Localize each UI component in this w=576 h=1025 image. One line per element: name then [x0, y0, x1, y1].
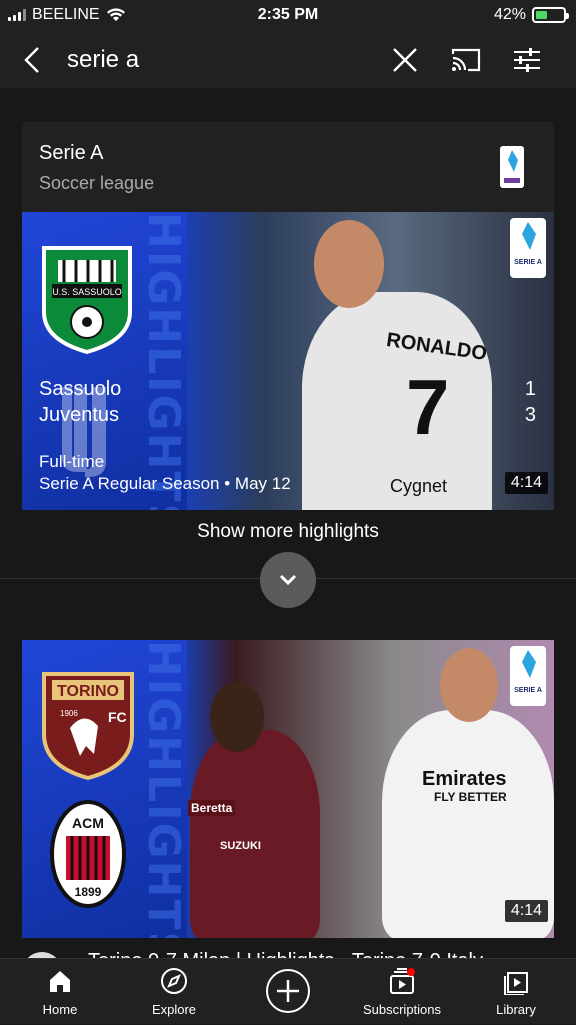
match-highlight-thumbnail-2[interactable]: HIGHLIGHTS TORINO 1906 FC ACM 1899 Beret… — [22, 640, 554, 938]
create-button[interactable] — [266, 969, 310, 1013]
search-query-text[interactable]: serie a — [67, 46, 139, 74]
torino-sponsor-2: SUZUKI — [220, 840, 261, 852]
nav-explore[interactable]: Explore — [124, 959, 224, 1025]
player-torino-head — [210, 682, 264, 752]
nav-library[interactable]: Library — [466, 959, 566, 1025]
milan-crest-icon: ACM 1899 — [50, 800, 126, 908]
nav-home[interactable]: Home — [10, 959, 110, 1025]
jersey-sponsor: Cygnet — [390, 476, 448, 496]
torino-crest-text: TORINO — [57, 683, 119, 700]
team-home-score: 1 — [524, 378, 536, 400]
nav-library-label: Library — [496, 1002, 536, 1017]
torino-crest-icon: TORINO 1906 FC — [42, 672, 134, 781]
match-highlight-thumbnail-1[interactable]: HIGHLIGHTS U.S. SASSUOLO RONALDO 7 Cygne… — [22, 212, 554, 510]
milan-crest-year: 1899 — [75, 885, 102, 899]
highlights-vertical-text-2: HIGHLIGHTS — [138, 640, 189, 938]
nav-subscriptions-label: Subscriptions — [362, 1002, 442, 1017]
nav-subscriptions[interactable]: Subscriptions — [352, 959, 452, 1025]
chevron-down-icon — [279, 574, 297, 586]
status-bar: BEELINE 2:35 PM 42% — [0, 0, 576, 32]
league-title: Serie A — [39, 142, 104, 164]
serie-a-badge-text-2: SERIE A — [514, 687, 542, 694]
serie-a-badge-icon: SERIE A — [510, 218, 546, 278]
milan-crest-text: ACM — [72, 815, 104, 831]
milan-sponsor: Emirates — [422, 768, 507, 790]
library-icon — [504, 972, 528, 995]
player-torino-image — [190, 730, 320, 938]
show-more-highlights-button[interactable]: Show more highlights — [0, 521, 576, 543]
cast-icon[interactable] — [450, 44, 482, 76]
serie-a-logo-icon — [500, 146, 524, 188]
battery-icon — [532, 7, 569, 23]
back-arrow-icon[interactable] — [18, 44, 50, 76]
match-status: Full-time — [39, 452, 105, 471]
torino-sponsor: Beretta — [188, 800, 236, 816]
sassuolo-crest-text: U.S. SASSUOLO — [52, 287, 122, 297]
search-top-bar: serie a — [0, 32, 576, 88]
team-away-score: 3 — [524, 404, 536, 426]
team-home-name: Sassuolo — [39, 378, 122, 400]
status-right: 42% — [493, 6, 569, 24]
match-meta: Serie A Regular Season • May 12 — [39, 474, 291, 493]
battery-percent: 42% — [493, 6, 526, 23]
torino-crest-fc: FC — [108, 709, 127, 725]
video-duration: 4:14 — [504, 472, 548, 494]
filter-icon[interactable] — [511, 44, 543, 76]
expand-button[interactable] — [260, 552, 316, 608]
close-icon[interactable] — [389, 44, 421, 76]
serie-a-badge-text: SERIE A — [514, 259, 542, 266]
sassuolo-crest-icon: U.S. SASSUOLO — [42, 246, 132, 355]
nav-explore-label: Explore — [151, 1002, 197, 1017]
league-subtitle: Soccer league — [39, 173, 155, 193]
league-card-header[interactable]: Serie A Soccer league — [22, 122, 554, 212]
player-head — [314, 220, 384, 308]
torino-crest-year: 1906 — [60, 709, 78, 718]
status-time: 2:35 PM — [257, 6, 319, 23]
subscriptions-icon — [390, 968, 415, 994]
video-duration-2: 4:14 — [504, 900, 548, 922]
player-milan-head — [440, 648, 498, 722]
bottom-navigation: Home Explore Subscriptions Library — [0, 958, 576, 1024]
jersey-number: 7 — [406, 363, 450, 451]
highlights-vertical-text: HIGHLIGHTS — [138, 212, 189, 510]
compass-icon — [161, 968, 187, 994]
serie-a-badge-icon-2: SERIE A — [510, 646, 546, 706]
nav-home-label: Home — [42, 1002, 78, 1017]
home-icon — [50, 971, 70, 992]
milan-sponsor-sub: FLY BETTER — [434, 790, 507, 804]
plus-icon — [277, 980, 299, 1002]
team-away-name: Juventus — [39, 404, 120, 426]
